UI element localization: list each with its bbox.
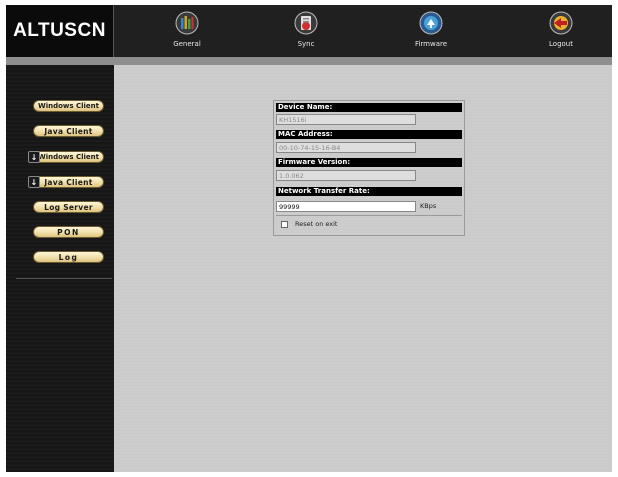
mac-address-field: 00-10-74-15-16-B4 (276, 142, 416, 153)
nav-firmware[interactable]: Firmware (391, 11, 471, 55)
device-name-label: Device Name: (276, 103, 462, 112)
java-client-download-button[interactable]: ↓ Java Client (28, 176, 104, 188)
log-button[interactable]: Log (33, 251, 104, 263)
firmware-version-field: 1.0.062 (276, 170, 416, 181)
log-server-button[interactable]: Log Server (33, 201, 104, 213)
device-settings-panel: Device Name: KH1516i MAC Address: 00-10-… (273, 100, 465, 236)
windows-client-download-button[interactable]: ↓ Windows Client (28, 151, 104, 163)
network-transfer-rate-input[interactable]: 99999 (276, 201, 416, 212)
nav-sync[interactable]: Sync (266, 11, 346, 55)
nav-logout[interactable]: Logout (521, 11, 601, 55)
general-icon (175, 11, 199, 35)
sync-icon (294, 11, 318, 35)
top-bar: ALTUSCN General Sync Firmware Logout (6, 5, 612, 57)
mac-address-label: MAC Address: (276, 130, 462, 139)
java-client-button[interactable]: Java Client (33, 125, 104, 137)
header-strip (6, 57, 612, 65)
sidebar-divider (16, 278, 112, 279)
rate-unit: KBps (420, 202, 437, 210)
firmware-version-label: Firmware Version: (276, 158, 462, 167)
download-icon: ↓ (28, 151, 40, 163)
network-transfer-rate-label: Network Transfer Rate: (276, 187, 462, 196)
nav-general[interactable]: General (147, 11, 227, 55)
logo: ALTUSCN (6, 5, 114, 57)
logout-icon (549, 11, 573, 35)
sidebar: Windows Client Java Client ↓ Windows Cli… (6, 65, 114, 472)
separator (276, 215, 462, 216)
firmware-icon (419, 11, 443, 35)
device-name-field: KH1516i (276, 114, 416, 125)
reset-on-exit-checkbox[interactable] (281, 221, 288, 228)
reset-on-exit-label: Reset on exit (295, 220, 338, 228)
pon-button[interactable]: PON (33, 226, 104, 238)
windows-client-button[interactable]: Windows Client (33, 100, 104, 112)
logo-text: ALTUSCN (13, 20, 106, 41)
download-icon: ↓ (28, 176, 40, 188)
